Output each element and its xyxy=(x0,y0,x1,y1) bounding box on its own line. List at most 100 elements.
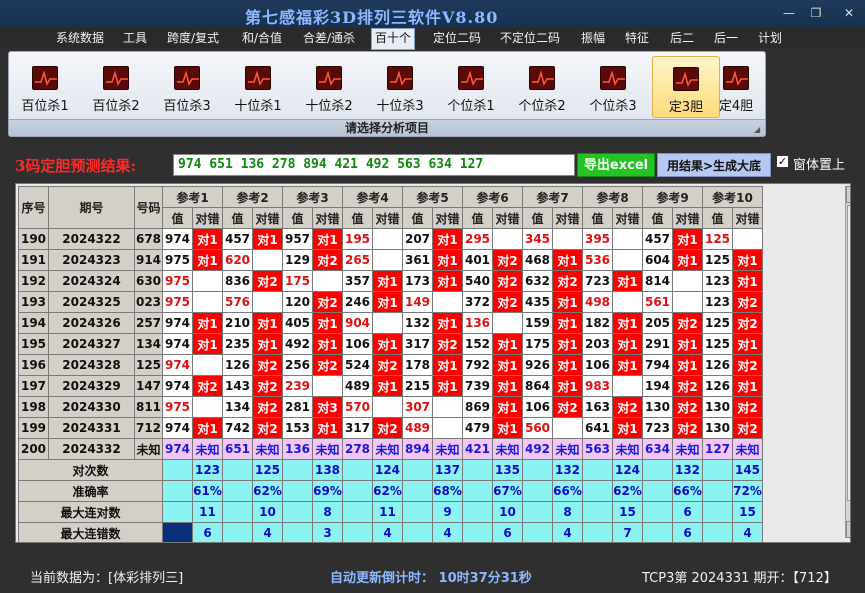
menu-item-plan[interactable]: 计划 xyxy=(755,28,785,48)
stats-spacer xyxy=(282,480,313,502)
ref-check-cell: 对2 xyxy=(372,417,403,439)
ref-value-cell: 106 xyxy=(582,354,613,376)
ref-value-cell: 479 xyxy=(462,417,493,439)
stats-value: 62% xyxy=(372,480,403,502)
scroll-down-icon[interactable]: ▼ xyxy=(846,521,850,538)
ref-check-cell: 对2 xyxy=(732,396,763,418)
generate-base-button[interactable]: 用结果>生成大底 xyxy=(657,153,771,177)
ribbon-button-2[interactable]: 百位杀2 xyxy=(82,56,150,118)
stats-value: 69% xyxy=(312,480,343,502)
table-row[interactable]: 193 2024325 023 975 576 120 对2 246 对1 149 372 对2 435… xyxy=(18,291,763,313)
menu-item-diff[interactable]: 合差/通杀 xyxy=(300,28,358,48)
ref-value-cell: 974 xyxy=(162,333,193,355)
ribbon-button-8[interactable]: 个位杀2 xyxy=(508,56,576,118)
ribbon-button-5[interactable]: 十位杀2 xyxy=(295,56,363,118)
menu-item-span[interactable]: 跨度/复式 xyxy=(164,28,222,48)
stats-spacer xyxy=(162,459,193,481)
ref-value-cell: 307 xyxy=(402,396,433,418)
maximize-button[interactable]: ❐ xyxy=(805,4,827,22)
scroll-up-icon[interactable]: ▲ xyxy=(846,186,850,203)
menu-item-sum[interactable]: 和/合值 xyxy=(239,28,285,48)
table-row[interactable]: 196 2024328 125 974 126 对2 256 对2 524 对2 178 对1 792 对… xyxy=(18,354,763,376)
ref-check-cell: 对1 xyxy=(672,354,703,376)
vertical-scrollbar[interactable]: ▲ ▼ xyxy=(845,186,850,538)
table-row[interactable]: 198 2024330 811 975 134 对2 281 对3 570 307 869 对1 106… xyxy=(18,396,763,418)
ref-check-cell: 未知 xyxy=(492,438,523,460)
ref-value-cell: 175 xyxy=(282,270,313,292)
ref-value-cell: 563 xyxy=(582,438,613,460)
menu-item-bsg[interactable]: 百十个 xyxy=(371,28,416,50)
menu-item-system-data[interactable]: 系统数据 xyxy=(53,28,107,48)
ref-check-cell: 对2 xyxy=(252,417,283,439)
ribbon-button-9[interactable]: 个位杀3 xyxy=(579,56,647,118)
ribbon-button-10[interactable]: 定3胆 xyxy=(652,56,720,118)
ref-value-cell: 974 xyxy=(162,438,193,460)
number-cell: 125 xyxy=(134,354,163,376)
close-button[interactable]: ✕ xyxy=(838,4,860,22)
table-row[interactable]: 192 2024324 630 975 836 对2 175 357 对1 173 对1 540 对2 6… xyxy=(18,270,763,292)
ref-value-cell: 983 xyxy=(582,375,613,397)
ribbon-button-4[interactable]: 十位杀1 xyxy=(224,56,292,118)
ref-check-cell: 对2 xyxy=(672,396,703,418)
ref-value-cell: 651 xyxy=(222,438,253,460)
ref-group-header: 参考7 xyxy=(522,186,583,208)
table-row[interactable]: 195 2024327 134 974 对1 235 对1 492 对1 106 对1 317 对2 15… xyxy=(18,333,763,355)
ribbon-expand-icon[interactable]: ◢ xyxy=(754,126,762,134)
menu-item-back2[interactable]: 后二 xyxy=(667,28,697,48)
number-cell: 712 xyxy=(134,417,163,439)
pin-window-checkbox[interactable]: ✓ xyxy=(776,155,789,168)
chart-icon xyxy=(673,67,699,91)
ribbon-caption: 请选择分析项目 xyxy=(9,119,765,136)
ribbon-button-11[interactable]: 定4胆 xyxy=(711,56,761,118)
table-row[interactable]: 199 2024331 712 974 对1 742 对2 153 对1 317 对2 489 479 对… xyxy=(18,417,763,439)
check-subheader: 对错 xyxy=(372,207,403,229)
stats-value: 61% xyxy=(192,480,223,502)
export-excel-button[interactable]: 导出excel xyxy=(577,153,655,177)
menu-item-nopos2[interactable]: 不定位二码 xyxy=(497,28,563,48)
ref-check-cell: 对1 xyxy=(252,333,283,355)
table-row[interactable]: 191 2024323 914 975 对1 620 129 对2 265 361 对1 401 对2 4… xyxy=(18,249,763,271)
ref-check-cell: 对2 xyxy=(492,270,523,292)
table-row[interactable]: 197 2024329 147 974 对2 143 对2 239 489 对1 215 对1 739 对… xyxy=(18,375,763,397)
ref-value-cell: 153 xyxy=(282,417,313,439)
table-row[interactable]: 190 2024322 678 974 对1 457 对1 957 对1 195 207 对1 295 3… xyxy=(18,228,763,250)
ribbon-button-1[interactable]: 百位杀1 xyxy=(11,56,79,118)
ref-check-cell: 对1 xyxy=(372,375,403,397)
stats-spacer xyxy=(582,522,613,542)
ref-check-cell xyxy=(432,417,463,439)
seq-header: 序号 xyxy=(18,186,49,229)
stats-value: 8 xyxy=(312,501,343,523)
ref-value-cell: 265 xyxy=(342,249,373,271)
ref-check-cell xyxy=(732,228,763,250)
menu-item-amplitude[interactable]: 振幅 xyxy=(578,28,608,48)
ref-value-cell: 130 xyxy=(702,417,733,439)
scroll-thumb[interactable] xyxy=(847,205,850,501)
ref-value-cell: 975 xyxy=(162,249,193,271)
stats-spacer xyxy=(222,522,253,542)
ribbon-button-3[interactable]: 百位杀3 xyxy=(153,56,221,118)
menu-item-pos2[interactable]: 定位二码 xyxy=(430,28,484,48)
period-cell: 2024325 xyxy=(48,291,135,313)
result-field[interactable]: 974 651 136 278 894 421 492 563 634 127 xyxy=(173,154,575,176)
table-row[interactable]: 194 2024326 257 974 对1 210 对1 405 对1 904 132 对1 136 1… xyxy=(18,312,763,334)
ref-check-cell: 对2 xyxy=(252,354,283,376)
number-cell: 023 xyxy=(134,291,163,313)
seq-cell: 199 xyxy=(18,417,49,439)
stats-value: 4 xyxy=(372,522,403,542)
ribbon-button-label: 百位杀1 xyxy=(21,99,69,114)
prediction-row[interactable]: 200 2024332 未知 974 未知 651 未知 136 未知 278 未知 894 未知 421… xyxy=(18,438,763,460)
period-info-text: TCP3第 2024331 期开：【712】 xyxy=(642,571,837,586)
ref-value-cell: 317 xyxy=(342,417,373,439)
menu-item-back1[interactable]: 后一 xyxy=(711,28,741,48)
minimize-button[interactable]: — xyxy=(778,4,800,22)
ref-check-cell: 对1 xyxy=(312,312,343,334)
menu-item-feature[interactable]: 特征 xyxy=(622,28,652,48)
ribbon-button-label: 个位杀2 xyxy=(518,99,566,114)
ref-value-cell: 421 xyxy=(462,438,493,460)
ref-value-cell: 814 xyxy=(642,270,673,292)
ribbon-button-7[interactable]: 个位杀1 xyxy=(437,56,505,118)
menu-item-tools[interactable]: 工具 xyxy=(120,28,150,48)
ref-value-cell: 125 xyxy=(702,312,733,334)
ribbon-button-6[interactable]: 十位杀3 xyxy=(366,56,434,118)
period-header: 期号 xyxy=(48,186,135,229)
